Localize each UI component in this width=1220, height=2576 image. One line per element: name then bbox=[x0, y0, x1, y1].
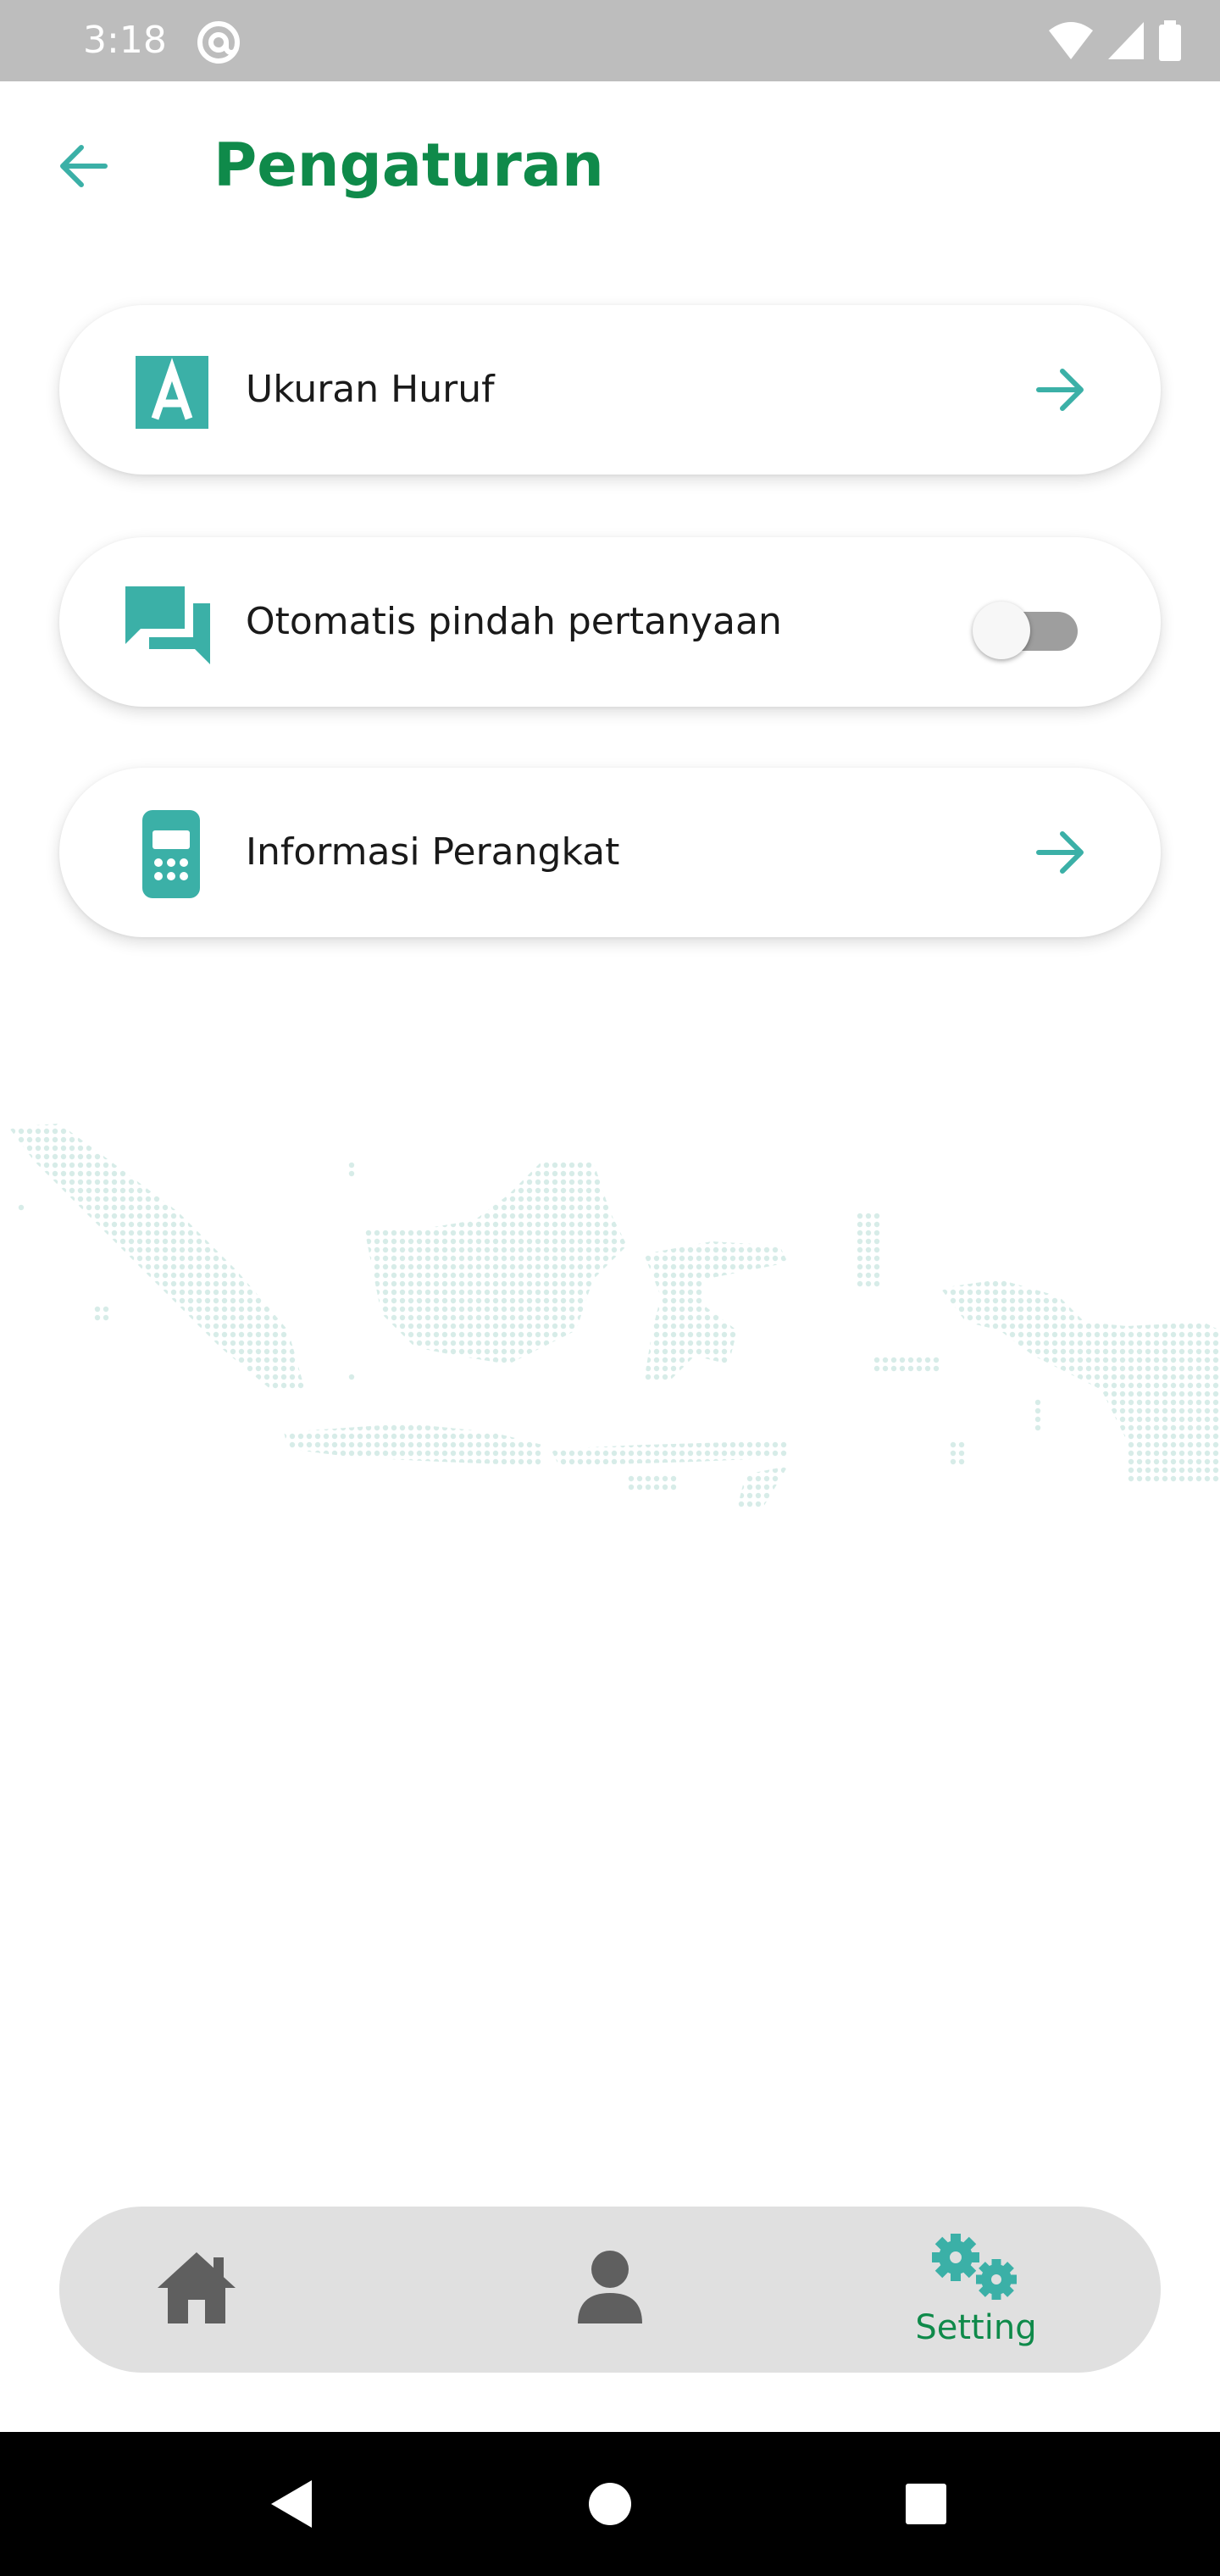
system-home-button[interactable] bbox=[542, 2432, 678, 2576]
system-back-button[interactable] bbox=[224, 2432, 359, 2576]
nav-profile[interactable] bbox=[500, 2207, 720, 2373]
home-icon bbox=[154, 2249, 239, 2329]
nav-home[interactable] bbox=[86, 2207, 307, 2373]
status-time: 3:18 bbox=[83, 19, 167, 62]
device-icon bbox=[127, 810, 215, 898]
setting-auto-next-question[interactable]: Otomatis pindah pertanyaan bbox=[59, 537, 1161, 707]
arrow-right-icon bbox=[1034, 825, 1088, 880]
setting-font-size[interactable]: Ukuran Huruf bbox=[59, 305, 1161, 475]
setting-device-info[interactable]: Informasi Perangkat bbox=[59, 768, 1161, 937]
auto-next-toggle[interactable] bbox=[973, 602, 1078, 659]
page-title: Pengaturan bbox=[214, 130, 604, 200]
wifi-icon bbox=[1047, 20, 1095, 64]
arrow-right-icon bbox=[1034, 363, 1088, 417]
signal-icon bbox=[1106, 20, 1145, 64]
toggle-thumb bbox=[973, 602, 1030, 659]
battery-icon bbox=[1157, 20, 1183, 64]
at-sign-icon bbox=[195, 19, 242, 66]
back-button[interactable] bbox=[51, 134, 115, 198]
setting-label: Ukuran Huruf bbox=[246, 368, 495, 411]
setting-label: Otomatis pindah pertanyaan bbox=[246, 600, 782, 643]
indonesia-map-illustration bbox=[0, 1110, 1220, 1568]
bottom-navigation: Setting bbox=[59, 2207, 1161, 2373]
system-navigation-bar bbox=[0, 2432, 1220, 2576]
triangle-back-icon bbox=[271, 2480, 312, 2528]
profile-icon bbox=[576, 2249, 644, 2329]
square-recents-icon bbox=[906, 2484, 946, 2524]
settings-gears-icon bbox=[927, 2230, 1025, 2307]
nav-setting-label: Setting bbox=[915, 2308, 1037, 2347]
circle-home-icon bbox=[589, 2483, 631, 2525]
status-bar: 3:18 bbox=[0, 0, 1220, 81]
chat-bubbles-icon bbox=[122, 580, 210, 668]
system-recents-button[interactable] bbox=[858, 2432, 994, 2576]
setting-label: Informasi Perangkat bbox=[246, 830, 620, 874]
nav-setting[interactable]: Setting bbox=[866, 2207, 1086, 2373]
arrow-left-icon bbox=[60, 145, 108, 187]
font-size-icon bbox=[127, 347, 215, 436]
